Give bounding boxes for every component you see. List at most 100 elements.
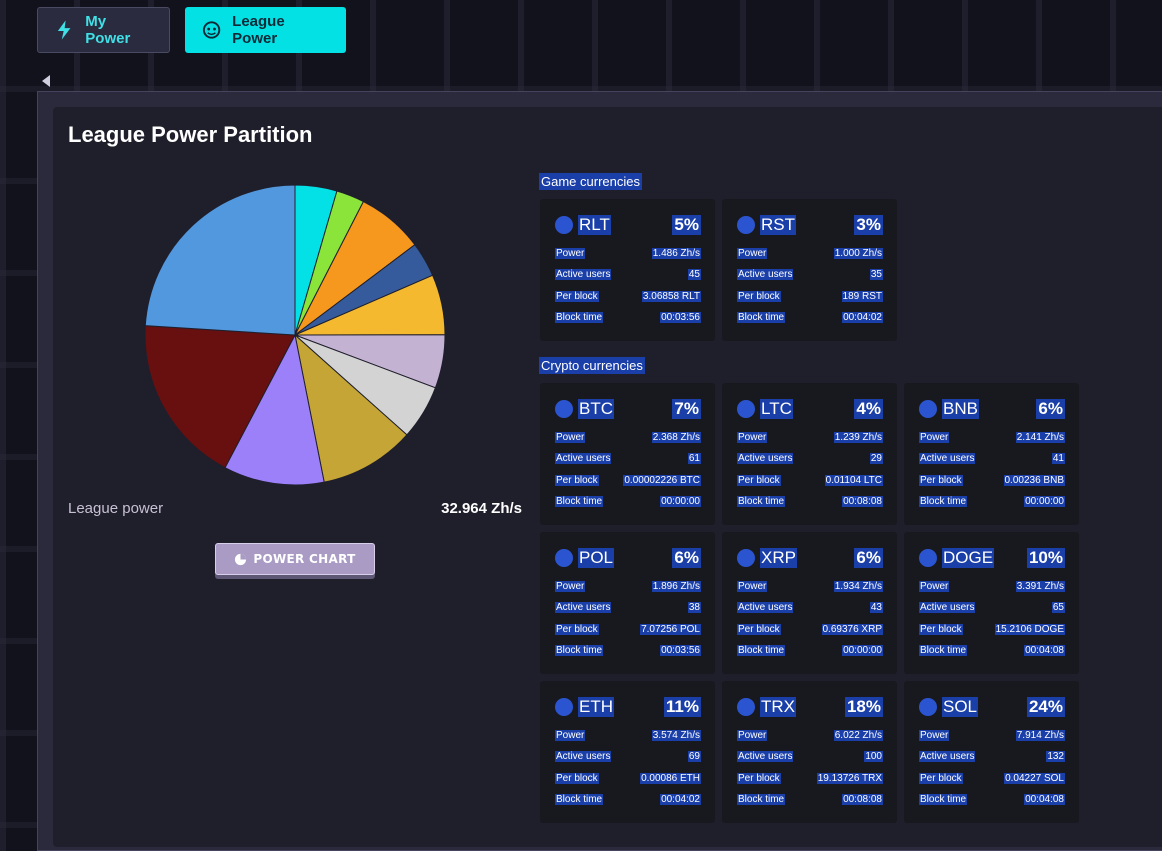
stat-label: Per block xyxy=(555,772,599,784)
stat-label: Block time xyxy=(555,495,604,507)
stat-label: Active users xyxy=(919,601,976,613)
stat-value: 0.01104 LTC xyxy=(824,474,883,486)
stat-label: Power xyxy=(555,431,586,443)
currency-card: DOGE 10% Power 3.391 Zh/s Active users 65 Per … xyxy=(904,532,1079,674)
stat-row: Power 1.239 Zh/s xyxy=(737,430,883,444)
stat-value: 1.000 Zh/s xyxy=(833,247,883,259)
stat-row: Block time 00:08:08 xyxy=(737,494,883,508)
stat-label: Power xyxy=(555,580,586,592)
crypto-currencies-heading: Crypto currencies xyxy=(539,357,645,374)
coin-icon xyxy=(737,698,755,716)
stat-row: Block time 00:00:00 xyxy=(737,643,883,657)
stat-label: Per block xyxy=(555,474,599,486)
card-header: RST 3% xyxy=(737,213,883,237)
pie-chart-icon xyxy=(235,553,247,565)
stat-value: 0.00086 ETH xyxy=(640,772,701,784)
stat-row: Active users 132 xyxy=(919,749,1065,763)
stat-value: 00:03:56 xyxy=(660,311,701,323)
coin-icon xyxy=(737,549,755,567)
stat-row: Active users 41 xyxy=(919,451,1065,465)
stat-value: 3.06858 RLT xyxy=(641,290,701,302)
coin-percentage: 6% xyxy=(1036,399,1065,419)
stat-value: 100 xyxy=(864,750,883,762)
coin-icon xyxy=(919,400,937,418)
stat-row: Power 2.368 Zh/s xyxy=(555,430,701,444)
card-header: POL 6% xyxy=(555,546,701,570)
stat-label: Per block xyxy=(555,290,599,302)
stat-label: Per block xyxy=(737,290,781,302)
coin-name: BTC xyxy=(578,399,614,419)
stat-value: 0.00002226 BTC xyxy=(623,474,701,486)
league-power-value: 32.964 Zh/s xyxy=(441,500,522,517)
coin-percentage: 3% xyxy=(854,215,883,235)
card-header: XRP 6% xyxy=(737,546,883,570)
coin-icon xyxy=(919,698,937,716)
stat-value: 15.2106 DOGE xyxy=(994,623,1065,635)
stat-value: 2.368 Zh/s xyxy=(651,431,701,443)
power-chart-button[interactable]: POWER CHART xyxy=(215,543,375,575)
coin-icon xyxy=(555,549,573,567)
stat-value: 00:04:08 xyxy=(1024,793,1065,805)
stat-row: Active users 69 xyxy=(555,749,701,763)
stat-label: Active users xyxy=(555,601,612,613)
coin-name: TRX xyxy=(760,697,796,717)
stat-label: Per block xyxy=(555,623,599,635)
stat-value: 65 xyxy=(1051,601,1065,613)
stat-value: 00:00:00 xyxy=(842,644,883,656)
coin-name: POL xyxy=(578,548,615,568)
stat-row: Block time 00:04:02 xyxy=(555,792,701,806)
stat-label: Active users xyxy=(919,452,976,464)
stat-row: Per block 0.69376 XRP xyxy=(737,622,883,636)
coin-percentage: 18% xyxy=(844,697,883,717)
stat-label: Active users xyxy=(555,750,612,762)
coin-percentage: 11% xyxy=(663,697,701,717)
coin-icon xyxy=(919,549,937,567)
coin-percentage: 6% xyxy=(672,548,701,568)
stat-value: 61 xyxy=(687,452,701,464)
coin-name: SOL xyxy=(942,697,979,717)
power-chart-button-label: POWER CHART xyxy=(253,552,356,566)
coin-name: RST xyxy=(760,215,796,235)
stat-row: Per block 0.00002226 BTC xyxy=(555,473,701,487)
stat-value: 3.574 Zh/s xyxy=(651,729,701,741)
stat-row: Per block 3.06858 RLT xyxy=(555,289,701,303)
stat-label: Block time xyxy=(555,793,604,805)
pie-slice-sol[interactable] xyxy=(144,184,296,336)
tab-league-power[interactable]: League Power xyxy=(185,7,346,53)
stat-value: 132 xyxy=(1046,750,1065,762)
stat-row: Per block 0.00236 BNB xyxy=(919,473,1065,487)
stat-value: 35 xyxy=(869,268,883,280)
stat-row: Active users 100 xyxy=(737,749,883,763)
game-currencies-heading: Game currencies xyxy=(539,173,642,190)
stat-label: Power xyxy=(737,580,768,592)
card-header: BNB 6% xyxy=(919,397,1065,421)
lightning-icon xyxy=(57,20,71,40)
coin-name: DOGE xyxy=(942,548,995,568)
card-header: SOL 24% xyxy=(919,695,1065,719)
stat-row: Block time 00:03:56 xyxy=(555,310,701,324)
stat-label: Power xyxy=(919,729,950,741)
stat-value: 38 xyxy=(687,601,701,613)
coin-icon xyxy=(737,216,755,234)
stat-row: Block time 00:04:02 xyxy=(737,310,883,324)
currency-card: BNB 6% Power 2.141 Zh/s Active users 41 Per bl… xyxy=(904,383,1079,525)
stat-label: Active users xyxy=(737,268,794,280)
stat-value: 2.141 Zh/s xyxy=(1015,431,1065,443)
stat-row: Active users 35 xyxy=(737,267,883,281)
stat-row: Active users 38 xyxy=(555,600,701,614)
coin-percentage: 7% xyxy=(672,399,701,419)
stat-row: Per block 189 RST xyxy=(737,289,883,303)
stat-label: Active users xyxy=(737,452,794,464)
currency-card: SOL 24% Power 7.914 Zh/s Active users 132 Per … xyxy=(904,681,1079,823)
stat-row: Per block 19.13726 TRX xyxy=(737,771,883,785)
stat-label: Power xyxy=(919,580,950,592)
stat-label: Power xyxy=(555,247,586,259)
tab-my-power[interactable]: My Power xyxy=(37,7,170,53)
card-header: LTC 4% xyxy=(737,397,883,421)
league-power-label: League power xyxy=(68,500,164,517)
stat-value: 00:00:00 xyxy=(1024,495,1065,507)
collapse-arrow-icon[interactable] xyxy=(42,75,50,87)
stat-value: 00:08:08 xyxy=(842,495,883,507)
stat-value: 43 xyxy=(869,601,883,613)
stat-label: Active users xyxy=(919,750,976,762)
